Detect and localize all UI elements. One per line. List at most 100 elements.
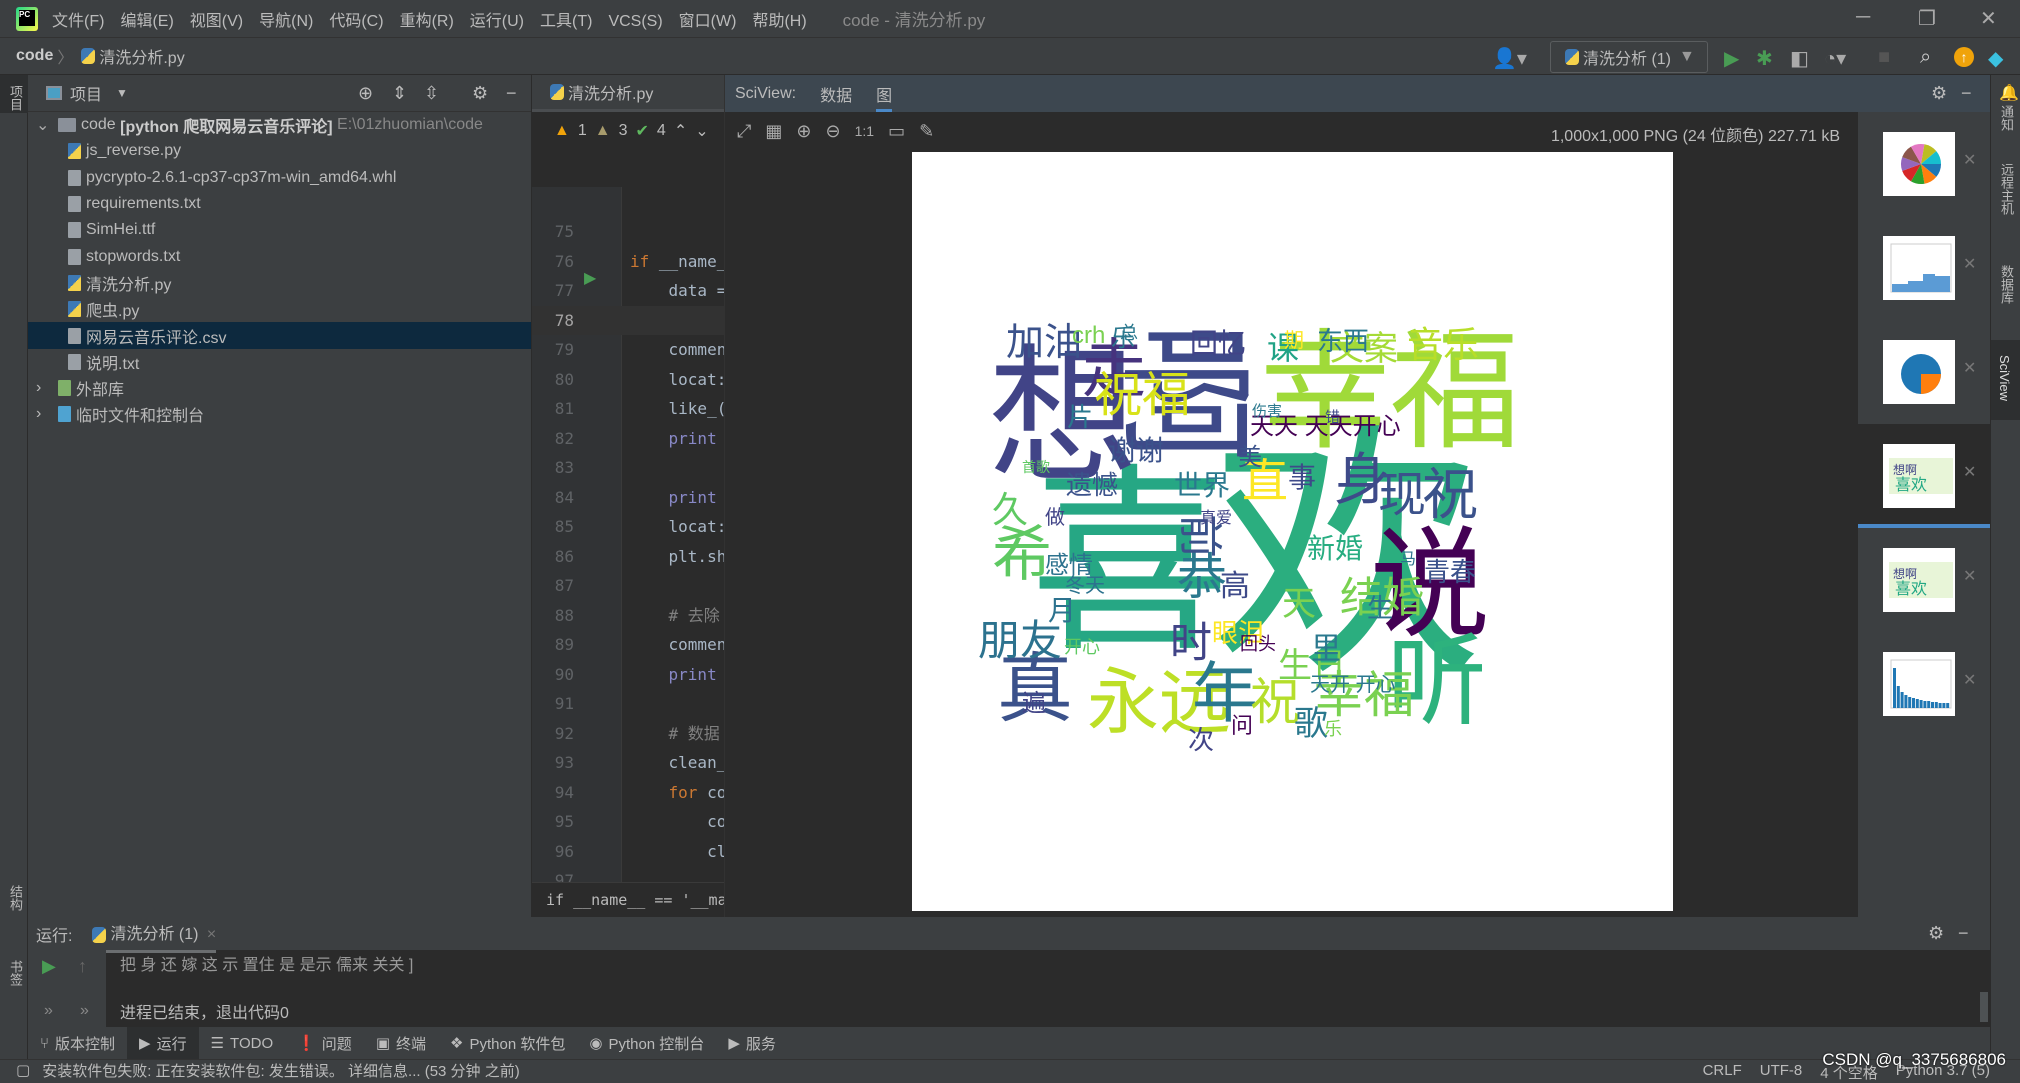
run-icon[interactable]: ▶ xyxy=(1724,46,1739,71)
menu-item[interactable]: 视图(V) xyxy=(190,13,243,30)
code-line[interactable]: 89 commen xyxy=(532,630,724,660)
grid-icon[interactable]: ▦ xyxy=(765,121,782,142)
plot-thumbnail[interactable]: 想啊 喜欢 ✕ xyxy=(1858,528,1990,632)
bottom-tab[interactable]: ▶ 服务 xyxy=(716,1027,788,1059)
code-line[interactable]: 77 data = xyxy=(532,276,724,306)
code-line[interactable]: 86 plt.sh xyxy=(532,542,724,572)
tree-file[interactable]: 说明.txt xyxy=(28,349,531,375)
bottom-tab[interactable]: ◉ Python 控制台 xyxy=(577,1027,716,1059)
next-highlight-icon[interactable]: ⌄ xyxy=(695,121,708,141)
project-panel-title[interactable]: 项目 xyxy=(70,81,102,105)
expand-all-icon[interactable]: ⇕ xyxy=(392,83,407,104)
code-line[interactable]: 79 commen xyxy=(532,335,724,365)
update-icon[interactable]: ↑ xyxy=(1954,47,1974,67)
menu-item[interactable]: 文件(F) xyxy=(52,13,104,30)
code-line[interactable]: 92 # 数据 xyxy=(532,719,724,749)
plot-thumbnail[interactable]: ✕ xyxy=(1858,632,1990,736)
editor-breadcrumb[interactable]: if __name__ == '__main_ xyxy=(532,882,724,917)
code-line[interactable]: 84 print xyxy=(532,483,724,513)
color-picker-icon[interactable]: ✎ xyxy=(919,121,934,142)
code-line[interactable]: 80 locat: xyxy=(532,365,724,395)
chessboard-icon[interactable]: ▭ xyxy=(888,121,905,142)
hide-icon[interactable]: − xyxy=(1958,923,1969,944)
stripe-bookmarks[interactable]: 书签 xyxy=(6,960,25,986)
plot-thumbnail[interactable]: ✕ xyxy=(1858,112,1990,216)
status-message[interactable]: 安装软件包失败: 正在安装软件包: 发生错误。 详细信息... (53 分钟 之… xyxy=(42,1060,520,1081)
zoom-in-icon[interactable]: ⊕ xyxy=(796,121,811,142)
user-icon[interactable]: 👤▾ xyxy=(1492,46,1527,71)
gear-icon[interactable]: ⚙ xyxy=(472,83,488,104)
code-line[interactable]: 88 # 去除 xyxy=(532,601,724,631)
plot-thumbnail[interactable]: ✕ xyxy=(1858,216,1990,320)
editor-tab[interactable]: 清洗分析.py xyxy=(532,75,724,112)
code-line[interactable]: 83 xyxy=(532,453,724,483)
bottom-tab[interactable]: ▣ 终端 xyxy=(364,1027,438,1059)
code-line[interactable]: 75 xyxy=(532,217,724,247)
actual-size-icon[interactable]: 1:1 xyxy=(855,123,874,139)
stripe-sciview[interactable]: SciView xyxy=(1997,355,2012,401)
tab-plots[interactable]: 图 xyxy=(876,82,893,112)
code-line[interactable]: 91 xyxy=(532,689,724,719)
locate-icon[interactable]: ⊕ xyxy=(358,83,373,104)
more-icon[interactable]: » xyxy=(44,1002,53,1020)
bottom-tab[interactable]: ☰ TODO xyxy=(199,1027,286,1059)
collapse-all-icon[interactable]: ⇳ xyxy=(424,83,439,104)
plot-thumbnail[interactable]: 想啊 喜欢 ✕ xyxy=(1858,424,1990,528)
minimize-icon[interactable]: ─ xyxy=(1856,6,1870,29)
close-tab-icon[interactable]: × xyxy=(207,926,216,943)
code-line[interactable]: 96 cl xyxy=(532,837,724,867)
rerun-icon[interactable]: ▶ xyxy=(42,956,56,977)
code-line[interactable]: 76 if __name_ xyxy=(532,247,724,277)
gear-icon[interactable]: ⚙ xyxy=(1928,923,1944,944)
inspection-widget[interactable]: ▲ 1 ▲ 3 ✔ 4 ⌃ ⌄ xyxy=(532,112,724,150)
menu-item[interactable]: 窗口(W) xyxy=(679,13,737,30)
close-icon[interactable]: ✕ xyxy=(1963,358,1976,378)
close-icon[interactable]: ✕ xyxy=(1963,670,1976,690)
close-icon[interactable]: ✕ xyxy=(1963,150,1976,170)
bottom-tab[interactable]: ▶ 运行 xyxy=(127,1027,199,1059)
tree-file[interactable]: js_reverse.py xyxy=(28,138,531,164)
tree-group[interactable]: › 外部库 xyxy=(28,375,531,401)
close-icon[interactable]: ✕ xyxy=(1963,462,1976,482)
zoom-out-icon[interactable]: ⊖ xyxy=(826,121,841,142)
chevron-right-icon[interactable]: › xyxy=(36,405,58,423)
stripe-project[interactable]: 项目 xyxy=(6,85,25,111)
close-icon[interactable]: ✕ xyxy=(1980,6,1997,31)
previous-highlight-icon[interactable]: ⌃ xyxy=(674,121,687,141)
hide-icon[interactable]: − xyxy=(1961,83,1972,104)
code-line[interactable]: 93 clean_ xyxy=(532,748,724,778)
close-icon[interactable]: ✕ xyxy=(1963,566,1976,586)
menu-item[interactable]: VCS(S) xyxy=(608,13,662,30)
breadcrumb-project[interactable]: code xyxy=(16,47,53,65)
code-line[interactable]: 82 print xyxy=(532,424,724,454)
fit-icon[interactable]: ⤢ xyxy=(737,121,751,142)
code-line[interactable]: 85 locat: xyxy=(532,512,724,542)
stripe-notifications[interactable]: 通知 xyxy=(1997,105,2016,131)
profile-icon[interactable]: ◔▾ xyxy=(1824,46,1846,71)
breadcrumb-file[interactable]: 清洗分析.py xyxy=(99,44,184,68)
run-tab[interactable]: 清洗分析 (1) × xyxy=(88,914,217,953)
jetbrains-toolbox-icon[interactable]: ◆ xyxy=(1988,46,2003,71)
bottom-tab[interactable]: ❗ 问题 xyxy=(285,1027,364,1059)
chevron-down-icon[interactable]: ⌄ xyxy=(36,115,58,135)
code-line[interactable]: 81 like_( xyxy=(532,394,724,424)
code-line[interactable]: 90 print xyxy=(532,660,724,690)
hide-icon[interactable]: − xyxy=(506,83,517,104)
bottom-tab[interactable]: ⑂ 版本控制 xyxy=(28,1027,127,1059)
code-line[interactable]: 94 for co xyxy=(532,778,724,808)
stop-icon[interactable]: ■ xyxy=(1878,46,1890,69)
menu-item[interactable]: 重构(R) xyxy=(400,13,454,30)
tree-file[interactable]: 网易云音乐评论.csv xyxy=(28,322,531,349)
restore-icon[interactable]: ❐ xyxy=(1918,6,1936,31)
chevron-down-icon[interactable]: ▼ xyxy=(116,86,128,100)
menu-item[interactable]: 工具(T) xyxy=(540,13,592,30)
tree-file[interactable]: 清洗分析.py xyxy=(28,270,531,296)
code-line[interactable]: 95 co xyxy=(532,807,724,837)
tree-file[interactable]: pycrypto-2.6.1-cp37-cp37m-win_amd64.whl xyxy=(28,165,531,191)
coverage-icon[interactable]: ◧ xyxy=(1790,46,1809,71)
search-icon[interactable]: ⌕ xyxy=(1920,46,1931,69)
up-icon[interactable]: ↑ xyxy=(78,956,87,977)
status-icon[interactable]: ▢ xyxy=(16,1061,30,1079)
menu-item[interactable]: 代码(C) xyxy=(329,13,383,30)
run-gutter-icon[interactable]: ▶ xyxy=(584,268,596,288)
